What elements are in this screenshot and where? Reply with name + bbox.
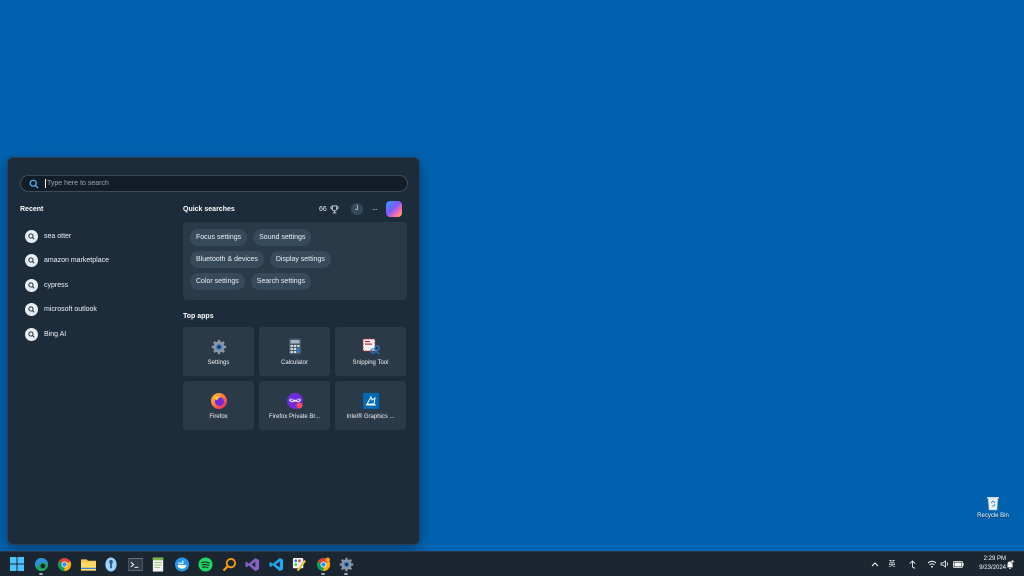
clock-date: 9/23/2024 (979, 565, 1006, 571)
search-history-icon (25, 327, 38, 341)
snipping-tool-icon (362, 338, 380, 356)
app-tile-label: Firefox (209, 413, 228, 420)
recycle-bin-label: Recycle Bin (977, 513, 1009, 519)
input-method-indicator[interactable]: 英 (885, 557, 899, 571)
taskbar: 英 2:29 PM 9/23/2024 (0, 551, 1024, 576)
file-explorer-taskbar-icon[interactable] (80, 556, 96, 572)
show-hidden-icons-chevron-up-icon[interactable] (869, 557, 881, 571)
notepad-plus-taskbar-icon[interactable] (150, 556, 166, 572)
running-indicator (39, 573, 43, 575)
firefox-icon (210, 392, 228, 410)
terminal-taskbar-icon[interactable] (127, 556, 143, 572)
more-options-button[interactable]: ··· (372, 205, 378, 214)
battery-icon[interactable] (952, 557, 964, 571)
clock[interactable]: 2:29 PM 9/23/2024 (966, 555, 1006, 573)
recent-item-label: amazon marketplace (44, 257, 109, 265)
quick-searches-heading: Quick searches (183, 206, 235, 213)
recent-item-label: Bing AI (44, 330, 67, 338)
app-tile-label: Settings (207, 359, 230, 366)
spotify-taskbar-icon[interactable] (197, 556, 213, 572)
text-caret (45, 179, 46, 188)
chip-sound-settings[interactable]: Sound settings (253, 229, 312, 246)
chip-search-settings[interactable]: Search settings (250, 273, 312, 290)
clock-time: 2:29 PM (983, 556, 1006, 562)
recent-list: sea otter amazon marketplace cypress mic… (25, 224, 175, 347)
ime-mode-icon[interactable] (905, 557, 919, 571)
chip-color-settings[interactable]: Color settings (190, 273, 245, 290)
search-history-icon (25, 278, 38, 292)
quick-searches-box: Focus settings Sound settings Bluetooth … (183, 222, 407, 300)
firefox-private-icon (286, 392, 304, 410)
search-history-icon (25, 229, 38, 243)
search-history-icon (25, 303, 38, 317)
rewards-trophy-icon[interactable] (330, 204, 339, 214)
recent-item-label: cypress (44, 281, 69, 289)
search-input[interactable] (47, 180, 407, 187)
recent-item-amazon-marketplace[interactable]: amazon marketplace (25, 249, 175, 274)
search-box[interactable] (20, 175, 408, 192)
notification-bell-icon[interactable] (1004, 557, 1016, 571)
copilot-icon[interactable] (385, 201, 402, 217)
running-indicator (344, 573, 348, 575)
app-tile-label: Snipping Tool (352, 359, 389, 366)
vscode-taskbar-icon[interactable] (268, 556, 284, 572)
recycle-bin-icon (987, 497, 999, 511)
settings-gear-icon (210, 338, 228, 356)
running-indicator (321, 573, 325, 575)
top-apps-heading: Top apps (183, 313, 214, 320)
app-tile-label: Calculator (280, 359, 308, 366)
chip-focus-settings[interactable]: Focus settings (190, 229, 248, 246)
recent-item-sea-otter[interactable]: sea otter (25, 224, 175, 249)
search-panel: Recent sea otter amazon marketplace cypr… (7, 157, 420, 545)
app-tile-firefox[interactable]: Firefox (183, 381, 254, 430)
app-tile-firefox-private[interactable]: Firefox Private Br... (259, 381, 330, 430)
settings-taskbar-icon[interactable] (338, 556, 354, 575)
chip-bluetooth-devices[interactable]: Bluetooth & devices (190, 251, 264, 268)
keepass-taskbar-icon[interactable] (103, 556, 119, 572)
chrome-taskbar-icon[interactable] (56, 556, 72, 572)
app-tile-snipping-tool[interactable]: Snipping Tool (335, 327, 406, 376)
app-tile-label: Firefox Private Br... (268, 413, 320, 420)
search-history-icon (25, 254, 38, 268)
recent-item-label: sea otter (44, 232, 72, 240)
recent-item-label: microsoft outlook (44, 306, 97, 314)
recent-item-microsoft-outlook[interactable]: microsoft outlook (25, 298, 175, 323)
search-header-tools: 66 J ··· (319, 201, 402, 217)
docker-taskbar-icon[interactable] (174, 556, 190, 572)
chrome-canary-taskbar-icon[interactable] (315, 556, 331, 575)
recent-heading: Recent (20, 206, 44, 213)
search-tool-taskbar-icon[interactable] (221, 556, 237, 572)
edge-taskbar-icon[interactable] (33, 556, 49, 575)
start-button[interactable] (9, 556, 25, 572)
visual-studio-taskbar-icon[interactable] (244, 556, 260, 572)
recent-item-cypress[interactable]: cypress (25, 273, 175, 298)
intel-graphics-icon (362, 392, 380, 410)
top-apps-grid: Settings Calculator Snipping Tool Firefo… (183, 327, 407, 430)
search-icon (29, 179, 39, 189)
paint-taskbar-icon[interactable] (291, 556, 307, 572)
wifi-icon[interactable] (926, 557, 938, 571)
app-tile-settings[interactable]: Settings (183, 327, 254, 376)
chip-display-settings[interactable]: Display settings (269, 251, 331, 268)
recent-item-bing-ai[interactable]: Bing AI (25, 322, 175, 347)
app-tile-calculator[interactable]: Calculator (259, 327, 330, 376)
calculator-icon (286, 338, 304, 356)
app-tile-label: Intel® Graphics ... (346, 413, 395, 420)
app-tile-intel-graphics[interactable]: Intel® Graphics ... (335, 381, 406, 430)
rewards-points[interactable]: 66 (319, 206, 327, 213)
volume-icon[interactable] (939, 557, 951, 571)
account-avatar[interactable]: J (350, 203, 363, 215)
recycle-bin-desktop-icon[interactable]: Recycle Bin (974, 495, 1012, 519)
